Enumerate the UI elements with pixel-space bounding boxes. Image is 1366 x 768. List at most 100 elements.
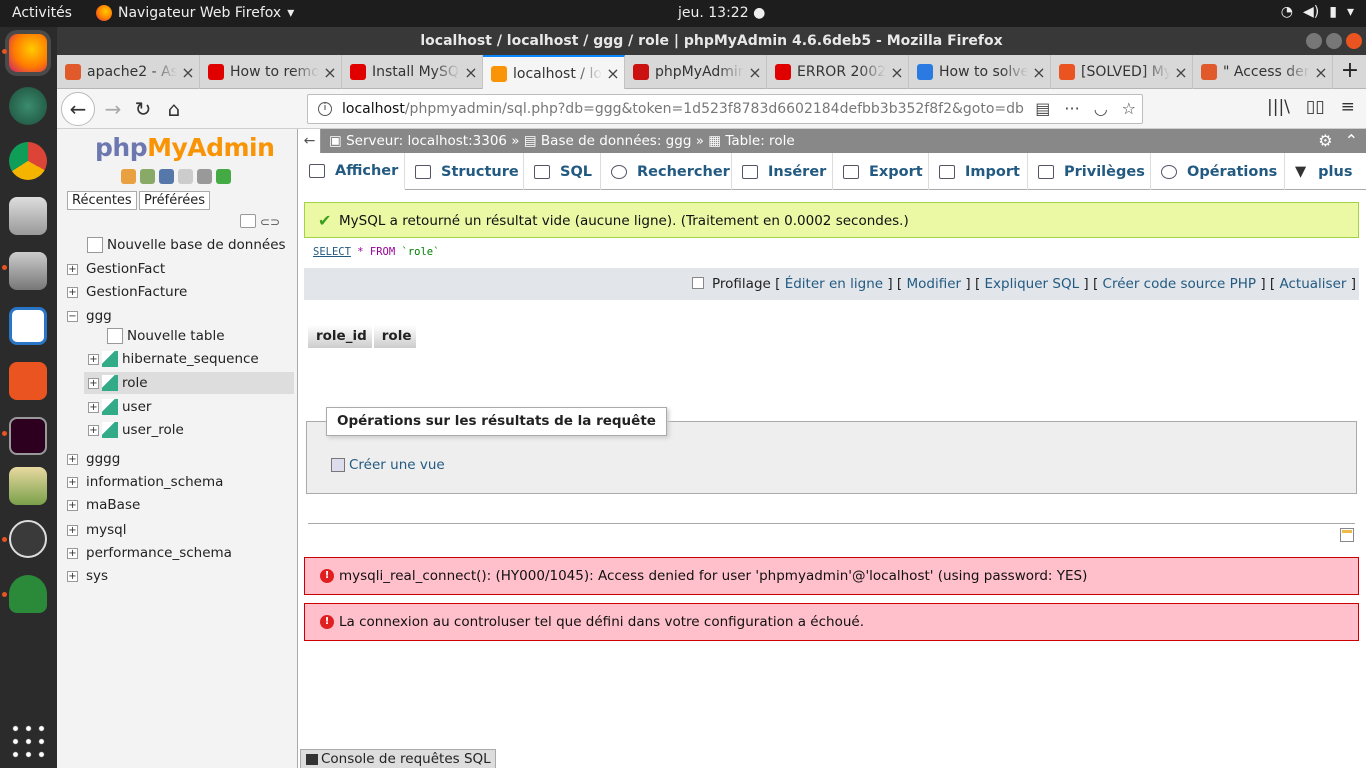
tree-item-role[interactable]: + role (84, 372, 294, 394)
expand-icon[interactable]: + (88, 424, 99, 436)
bookmark-star-icon[interactable]: ☆ (1122, 95, 1136, 123)
close-tab-icon[interactable]: × (744, 63, 766, 82)
expand-icon[interactable]: + (67, 524, 78, 536)
close-tab-icon[interactable]: × (319, 63, 341, 82)
settings-gear-icon[interactable]: ⚙ (1318, 129, 1332, 153)
info-icon[interactable]: i (318, 102, 332, 116)
library-icon[interactable]: |||\ (1267, 97, 1290, 117)
new-tab-button[interactable]: + (1335, 55, 1365, 89)
system-tray[interactable]: ◔ ◀) ▮ ▾ (1281, 4, 1354, 20)
forward-button[interactable]: → (97, 93, 129, 125)
expand-icon[interactable]: + (67, 547, 78, 559)
browser-tab[interactable]: How to remove MySQL× (200, 55, 342, 89)
writer-launcher-icon[interactable] (9, 307, 47, 345)
tree-item-hibernate-sequence[interactable]: + hibernate_sequence (88, 348, 259, 370)
back-button[interactable]: ← (61, 92, 95, 126)
tree-item-gestionfact[interactable]: + GestionFact (67, 258, 165, 280)
home-icon[interactable] (121, 169, 136, 184)
tree-item-user[interactable]: + user (88, 396, 151, 418)
chrome-launcher-icon[interactable] (9, 142, 47, 180)
reload-button[interactable]: ↻ (127, 93, 159, 125)
create-php-code-link[interactable]: Créer code source PHP (1103, 276, 1257, 292)
tree-item-sys[interactable]: + sys (67, 565, 108, 587)
settings-gear-icon[interactable] (197, 169, 212, 184)
link-with-main-panel-icon[interactable]: ⊂⊃ (260, 215, 280, 229)
favorite-tables-tab[interactable]: Préférées (139, 191, 211, 210)
show-apps-icon[interactable] (9, 722, 47, 760)
tab-structure[interactable]: Structure (405, 153, 524, 190)
expand-icon[interactable]: + (67, 263, 78, 275)
app-launcher-icon[interactable] (9, 575, 47, 613)
terminal-launcher-icon[interactable] (9, 417, 47, 455)
atom-launcher-icon[interactable] (9, 87, 47, 125)
close-tab-icon[interactable]: × (1028, 63, 1050, 82)
pocket-icon[interactable]: ◡ (1094, 95, 1108, 123)
browser-tab[interactable]: Install MySQL × (342, 55, 483, 89)
firefox-launcher-icon[interactable] (9, 34, 47, 72)
reload-navigation-icon[interactable] (216, 169, 231, 184)
tab-operations[interactable]: Opérations (1151, 153, 1285, 190)
expand-icon[interactable]: + (88, 401, 99, 413)
tab-insert[interactable]: Insérer (732, 153, 833, 190)
tree-item-information-schema[interactable]: + information_schema (67, 471, 223, 493)
breadcrumb-database[interactable]: Base de données: ggg (541, 133, 691, 149)
tab-search[interactable]: Rechercher (601, 153, 732, 190)
rhythmbox-launcher-icon[interactable] (9, 197, 47, 235)
breadcrumb-table[interactable]: Table: role (725, 133, 794, 149)
expand-icon[interactable]: + (67, 570, 78, 582)
files-launcher-icon[interactable] (9, 252, 47, 290)
collapse-icon[interactable]: − (67, 310, 78, 322)
edit-link[interactable]: Modifier (907, 276, 962, 292)
collapse-top-menu-icon[interactable]: ⌃ (1345, 129, 1358, 153)
close-tab-icon[interactable]: × (1310, 63, 1332, 82)
browser-tab[interactable]: phpMyAdmin × (625, 55, 767, 89)
home-button[interactable]: ⌂ (158, 93, 190, 125)
tree-item-mysql[interactable]: + mysql (67, 519, 127, 541)
close-window-button[interactable] (1346, 33, 1362, 49)
collapse-navigation-button[interactable]: ← (299, 129, 321, 153)
breadcrumb-server[interactable]: Serveur: localhost:3306 (346, 133, 507, 149)
close-tab-icon[interactable]: × (1170, 63, 1192, 82)
browser-tab[interactable]: apache2 - Ask Ubuntu× (57, 55, 200, 89)
browser-tab[interactable]: How to solve × (909, 55, 1051, 89)
close-tab-icon[interactable]: × (886, 63, 908, 82)
logout-icon[interactable] (140, 169, 155, 184)
edit-inline-link[interactable]: Éditer en ligne (785, 276, 883, 292)
expand-icon[interactable]: + (88, 377, 99, 389)
maximize-button[interactable] (1326, 33, 1342, 49)
software-launcher-icon[interactable] (9, 362, 47, 400)
tree-item-mabase[interactable]: + maBase (67, 494, 140, 516)
reader-view-icon[interactable]: ▤ (1035, 95, 1050, 123)
recent-tables-tab[interactable]: Récentes (67, 191, 137, 210)
tab-export[interactable]: Export (833, 153, 929, 190)
tab-sql[interactable]: SQL (524, 153, 601, 190)
expand-icon[interactable]: + (67, 476, 78, 488)
tree-item-user-role[interactable]: + user_role (88, 419, 184, 441)
collapse-all-button[interactable] (240, 214, 256, 228)
app-menu[interactable]: Navigateur Web Firefox ▾ (96, 5, 294, 21)
tab-import[interactable]: Import (929, 153, 1028, 190)
sql-console-toggle[interactable]: Console de requêtes SQL (300, 749, 496, 768)
tree-item-ggg[interactable]: − ggg (67, 305, 112, 327)
documentation-icon[interactable] (178, 169, 193, 184)
refresh-link[interactable]: Actualiser (1280, 276, 1347, 292)
phpmyadmin-logo[interactable]: phpMyAdmin (95, 133, 275, 162)
explain-sql-link[interactable]: Expliquer SQL (985, 276, 1080, 292)
image-viewer-launcher-icon[interactable] (9, 467, 47, 505)
browser-tab[interactable]: ERROR 2002 × (767, 55, 909, 89)
tree-item-gestionfacture[interactable]: + GestionFacture (67, 281, 187, 303)
updater-launcher-icon[interactable] (9, 520, 47, 558)
url-bar[interactable]: i localhost/phpmyadmin/sql.php?db=ggg&to… (307, 94, 1143, 124)
tree-item-new-table[interactable]: Nouvelle table (107, 325, 225, 347)
close-tab-icon[interactable]: × (177, 63, 199, 82)
close-tab-icon[interactable]: × (602, 64, 624, 83)
hamburger-menu-icon[interactable]: ≡ (1341, 97, 1355, 117)
minimize-button[interactable] (1306, 33, 1322, 49)
page-actions-icon[interactable]: ··· (1064, 95, 1079, 123)
sql-keyword-link[interactable]: SELECT (313, 246, 351, 258)
create-view-link[interactable]: Créer une vue (331, 457, 445, 473)
column-header-role[interactable]: role (373, 325, 419, 348)
expand-icon[interactable]: + (67, 499, 78, 511)
column-header-role-id[interactable]: role_id (308, 325, 374, 348)
activities-button[interactable]: Activités (12, 5, 72, 21)
